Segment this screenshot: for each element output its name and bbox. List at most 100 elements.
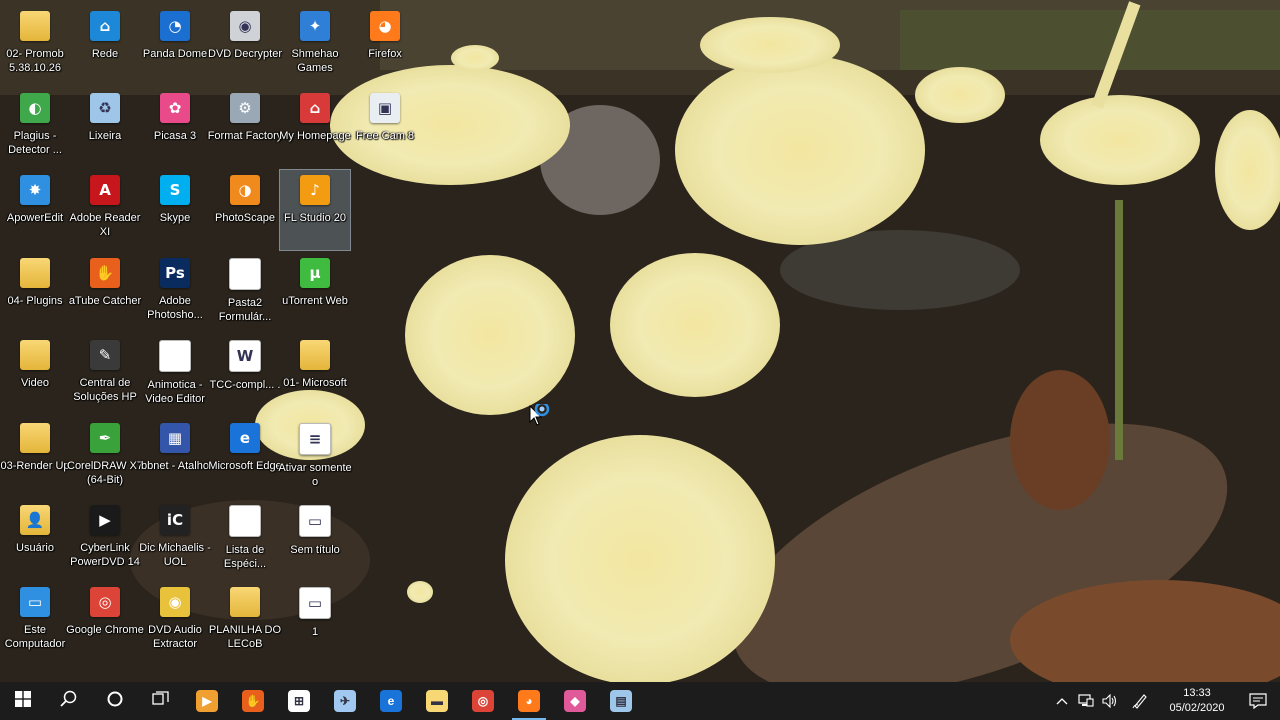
desktop-icon-coreldraw-x7-64-bit[interactable]: ✒ CorelDRAW X7 (64-Bit)	[67, 418, 143, 498]
desktop-icon-label: Panda Dome	[142, 48, 208, 60]
desktop-icon-apoweredit[interactable]: ✸ ApowerEdit	[0, 170, 70, 250]
windows-logo-icon	[15, 690, 31, 712]
format-factory-icon: ⚙	[230, 93, 260, 123]
desktop-icon-photoscape[interactable]: ◑ PhotoScape	[210, 170, 280, 250]
desktop-icon-utorrent-web[interactable]: µ uTorrent Web	[280, 253, 350, 333]
desktop-icon-my-homepage[interactable]: ⌂ My Homepage	[279, 88, 351, 168]
desktop-icon-04-plugins[interactable]: 04- Plugins	[0, 253, 70, 333]
michaelis-icon: iC	[160, 505, 190, 535]
desktop-icon-02-promob-5-38-10-26[interactable]: 02- Promob 5.38.10.26	[0, 6, 70, 86]
desktop-icon-central-de-solu-es-hp[interactable]: ✎ Central de Soluções HP	[70, 335, 140, 415]
task-view-button[interactable]	[138, 682, 184, 720]
desktop-icon-dvd-audio-extractor[interactable]: ◉ DVD Audio Extractor	[140, 582, 210, 662]
desktop-icon-label: Lixeira	[88, 130, 122, 142]
chrome-icon: ◎	[90, 587, 120, 617]
desktop-icon-label: CorelDRAW X7 (64-Bit)	[67, 460, 143, 486]
desktop-icon-01-microsoft[interactable]: 01- Microsoft	[280, 335, 350, 415]
folder-icon	[20, 258, 50, 288]
notification-center-icon[interactable]	[1236, 682, 1280, 720]
desktop-icon-label: 01- Microsoft	[283, 377, 347, 389]
desktop-icon-este-computador[interactable]: ▭ Este Computador	[0, 582, 70, 662]
start-button[interactable]	[0, 682, 46, 720]
photoshop-icon: Ps	[160, 258, 190, 288]
desktop-icon-bbnet-atalho[interactable]: ▦ bbnet - Atalho	[140, 418, 210, 498]
taskbar-app-atube-catcher[interactable]: ✋	[230, 682, 276, 720]
desktop-icon-cyberlink-powerdvd-14[interactable]: ▶ CyberLink PowerDVD 14	[70, 500, 140, 580]
image-file-icon: ▭	[299, 587, 331, 619]
desktop-icon-lista-de-esp-ci[interactable]: Lista de Espéci...	[210, 500, 280, 580]
desktop-icon-planilha-do-lecob[interactable]: PLANILHA DO LECoB	[209, 582, 281, 662]
taskbar-app-chrome[interactable]: ◎	[460, 682, 506, 720]
chevron-up-icon[interactable]	[1050, 682, 1074, 720]
desktop-icon-picasa-3[interactable]: ✿ Picasa 3	[140, 88, 210, 168]
desktop-icon-format-factory[interactable]: ⚙ Format Factory	[208, 88, 282, 168]
taskbar-app-firefox[interactable]: ◕	[506, 682, 552, 720]
folder-icon	[20, 11, 50, 41]
desktop-icon-skype[interactable]: S Skype	[140, 170, 210, 250]
clock[interactable]: 13:33 05/02/2020	[1158, 686, 1236, 716]
desktop-icon-label: Picasa 3	[153, 130, 197, 142]
bbnet-icon: ▦	[160, 423, 190, 453]
system-tray: 13:33 05/02/2020	[1050, 682, 1280, 720]
taskbar-app-maps-pin[interactable]: ◆	[552, 682, 598, 720]
desktop-icon-label: My Homepage	[279, 130, 351, 142]
desktop-icon-atube-catcher[interactable]: ✋ aTube Catcher	[69, 253, 141, 333]
desktop-icon-ativar-somente-o[interactable]: ≡ Ativar somente o	[278, 418, 352, 498]
search-button[interactable]	[46, 682, 92, 720]
desktop-icon-sem-t-tulo[interactable]: ▭ Sem título	[280, 500, 350, 580]
coreldraw-icon: ✒	[90, 423, 120, 453]
desktop-icon-plagius-detector[interactable]: ◐ Plagius - Detector ...	[0, 88, 70, 168]
taskbar-app-edge[interactable]: e	[368, 682, 414, 720]
desktop-icon-label: Rede	[91, 48, 119, 60]
taskbar-app-file-explorer[interactable]: ▬	[414, 682, 460, 720]
desktop-icon-microsoft-edge[interactable]: e Microsoft Edge	[208, 418, 282, 498]
homepage-icon: ⌂	[300, 93, 330, 123]
desktop-icon-label: PhotoScape	[215, 212, 275, 224]
plagius-icon: ◐	[20, 93, 50, 123]
desktop-icon-1[interactable]: ▭ 1	[280, 582, 350, 662]
desktop-icon-adobe-photosho[interactable]: Ps Adobe Photosho...	[140, 253, 210, 333]
taskbar-app-rocket[interactable]: ✈	[322, 682, 368, 720]
desktop-icon-video[interactable]: Video	[0, 335, 70, 415]
desktop-icon-usu-rio[interactable]: 👤 Usuário	[0, 500, 70, 580]
taskbar-app-video-player[interactable]: ▶	[184, 682, 230, 720]
desktop-icon-shmehao-games[interactable]: ✦ Shmehao Games	[280, 6, 350, 86]
taskbar: ▶ ✋ ⊞ ✈ e ▬ ◎ ◕ ◆ ▤ 13:33 05/02/2020	[0, 682, 1280, 720]
desktop-icon-03-render-up[interactable]: 03-Render Up	[0, 418, 70, 498]
taskbar-app-microsoft-store[interactable]: ⊞	[276, 682, 322, 720]
docx-file-icon: W	[229, 340, 261, 372]
desktop-icon-animotica-video-editor[interactable]: Animotica - Video Editor	[140, 335, 210, 415]
desktop-icon-adobe-reader-xi[interactable]: A Adobe Reader XI	[70, 170, 140, 250]
desktop-icon-google-chrome[interactable]: ◎ Google Chrome	[66, 582, 144, 662]
desktop-icon-dic-michaelis-uol[interactable]: iC Dic Michaelis - UOL	[139, 500, 211, 580]
desktop-icon-label: 04- Plugins	[7, 295, 63, 307]
desktop: 02- Promob 5.38.10.26 ⌂ Rede ◔ Panda Dome ◉ DV…	[0, 0, 1280, 682]
desktop-icon-lixeira[interactable]: ♻ Lixeira	[70, 88, 140, 168]
folder-icon	[230, 587, 260, 617]
cortana-button[interactable]	[92, 682, 138, 720]
desktop-icon-rede[interactable]: ⌂ Rede	[70, 6, 140, 86]
network-icon[interactable]	[1074, 682, 1098, 720]
desktop-icon-pasta2-formul-r[interactable]: Pasta2 Formulár...	[210, 253, 280, 333]
file-explorer-icon: ▬	[426, 690, 448, 712]
volume-icon[interactable]	[1098, 682, 1122, 720]
desktop-icon-panda-dome[interactable]: ◔ Panda Dome	[140, 6, 210, 86]
atube-catcher-icon: ✋	[242, 690, 264, 712]
document-icon	[229, 258, 261, 290]
rocket-icon: ✈	[334, 690, 356, 712]
photoscape-icon: ◑	[230, 175, 260, 205]
desktop-icon-label: CyberLink PowerDVD 14	[70, 542, 140, 568]
utorrent-icon: µ	[300, 258, 330, 288]
desktop-icon-free-cam-8[interactable]: ▣ Free Cam 8	[350, 88, 420, 168]
task-view-icon	[152, 690, 170, 712]
desktop-icon-label: Ativar somente o	[278, 462, 352, 488]
document-icon	[159, 340, 191, 372]
desktop-icon-tcc-compl[interactable]: W TCC-compl... .	[210, 335, 280, 415]
desktop-icon-firefox[interactable]: ◕ Firefox	[350, 6, 420, 86]
pen-icon[interactable]	[1122, 682, 1158, 720]
desktop-icon-dvd-decrypter[interactable]: ◉ DVD Decrypter	[208, 6, 282, 86]
computer-icon: ▭	[20, 587, 50, 617]
network-icon: ⌂	[90, 11, 120, 41]
taskbar-app-notepad[interactable]: ▤	[598, 682, 644, 720]
desktop-icon-fl-studio-20[interactable]: ♪ FL Studio 20	[279, 169, 351, 251]
